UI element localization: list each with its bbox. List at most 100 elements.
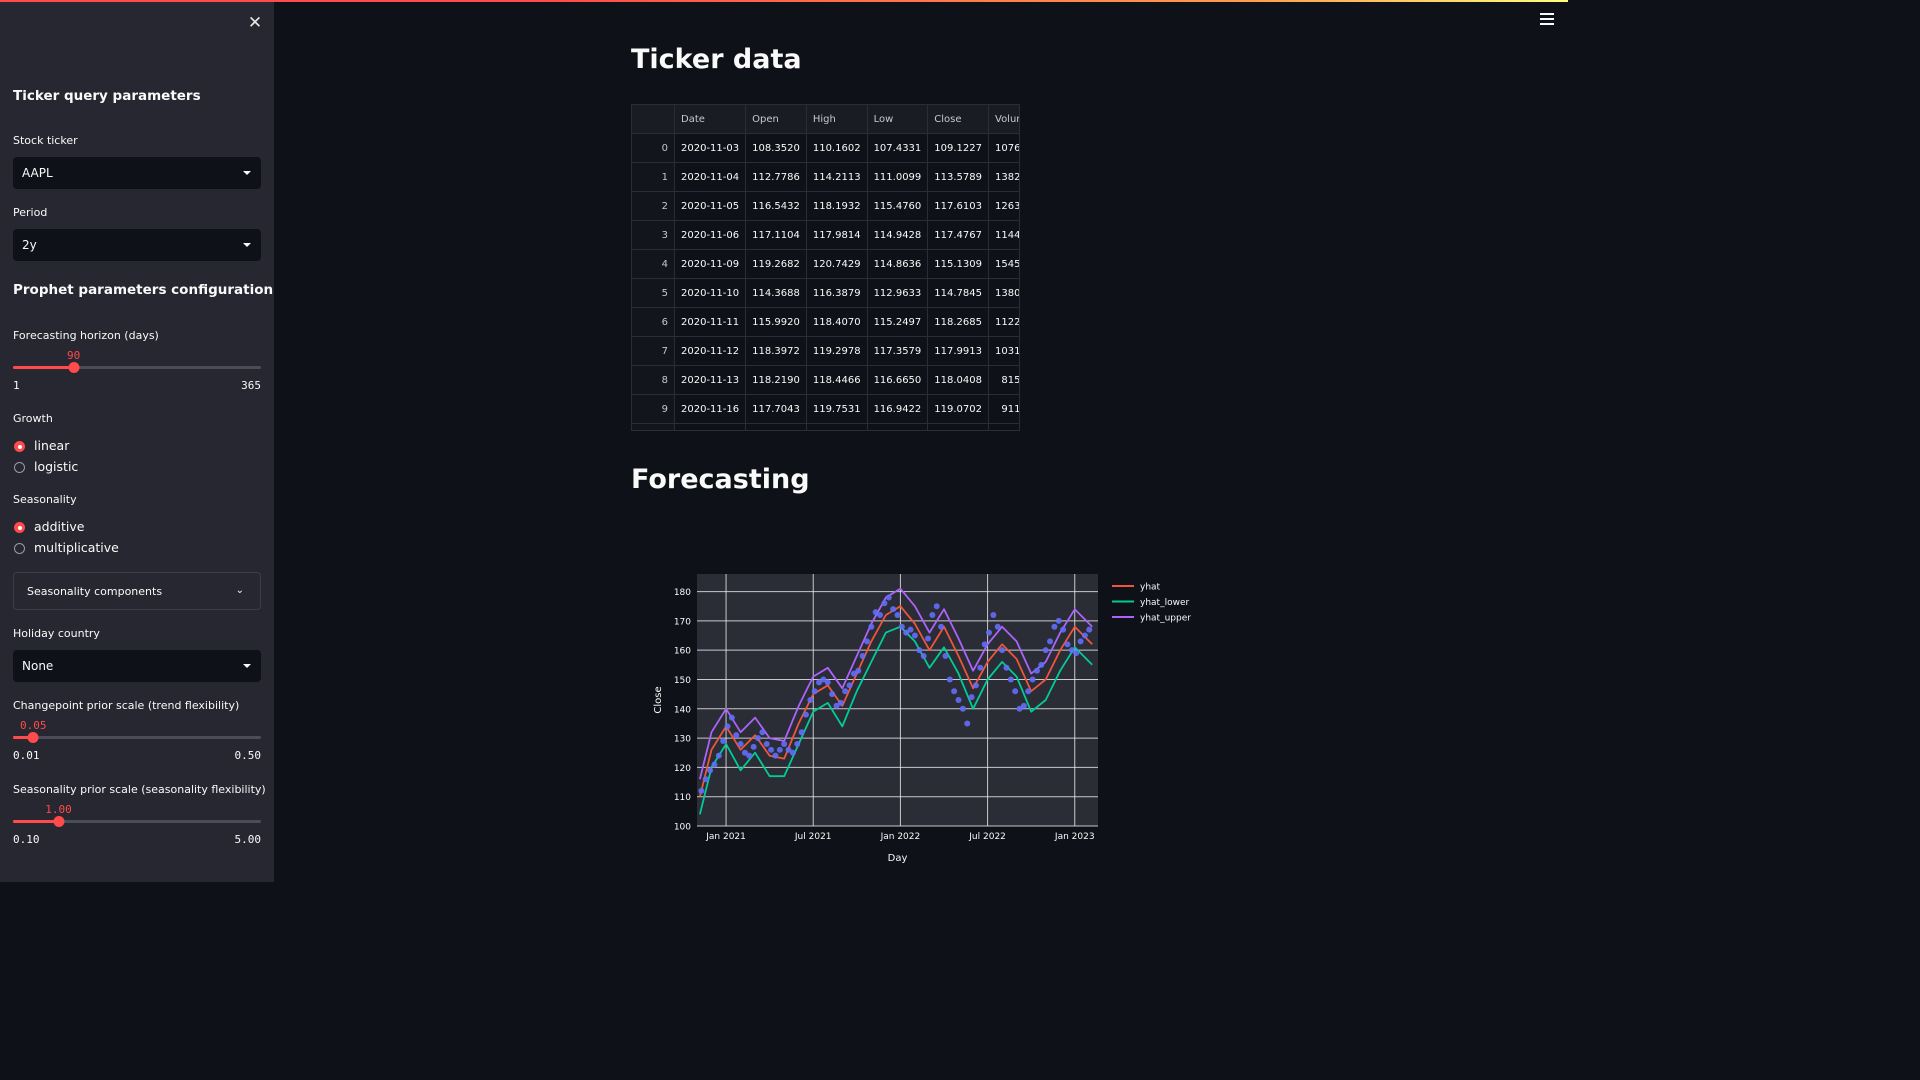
forecast-chart[interactable]: 100 110 120 130 140 150 160 170 180 Jan 2021 Jul 2… [640, 560, 1220, 870]
row-index-cell: 8 [632, 365, 675, 395]
x-tick-label: Jan 2023 [1054, 832, 1095, 842]
seasonality-components-expander[interactable]: Seasonality components ⌄ [13, 572, 261, 610]
data-point [824, 679, 831, 686]
data-point [1020, 702, 1027, 709]
stock-ticker-select[interactable]: AAPL [13, 157, 261, 189]
table-row: 1 2020-11-04 112.7786 114.2113 111.0099 113.5… [632, 162, 1019, 192]
table-cell: 114.3688 [745, 278, 807, 308]
y-tick-label: 110 [674, 793, 691, 803]
data-point [746, 752, 753, 759]
data-point [759, 729, 766, 736]
data-point [802, 711, 809, 718]
table-cell: 2020-11-04 [674, 162, 747, 192]
data-point [789, 749, 796, 756]
column-header[interactable]: Volume [988, 105, 1019, 134]
period-select[interactable]: 2y [13, 229, 261, 261]
column-header[interactable]: Low [867, 105, 929, 134]
changepoint-slider[interactable]: 0.05 0.01 0.50 [13, 719, 261, 769]
table-cell: 109.1227 [927, 133, 989, 163]
ticker-dataframe[interactable]: DateOpenHighLowCloseVolume 02020-11-0310… [631, 104, 1020, 431]
table-cell: 113.5789 [927, 162, 989, 192]
data-point [955, 697, 962, 703]
x-tick-label: Jul 2022 [968, 832, 1006, 842]
data-point [877, 612, 884, 619]
row-index-cell [632, 423, 675, 430]
data-point [829, 691, 836, 698]
radio-dot [14, 522, 25, 533]
column-header[interactable]: Open [745, 105, 807, 134]
column-header[interactable] [632, 105, 675, 134]
data-point [724, 723, 731, 730]
column-header[interactable]: Date [674, 105, 747, 134]
data-point [959, 705, 966, 712]
column-header[interactable]: Close [927, 105, 989, 134]
data-point [1007, 676, 1014, 683]
data-table: DateOpenHighLowCloseVolume 02020-11-0310… [632, 105, 1019, 430]
data-point [990, 612, 997, 619]
slider-thumb[interactable] [53, 816, 65, 827]
data-point [986, 629, 993, 636]
close-icon[interactable]: ✕ [246, 14, 264, 32]
table-cell: 115.2497 [867, 307, 929, 337]
table-row: 0 2020-11-03 108.3520 110.1602 107.4331 109.1… [632, 133, 1019, 163]
data-point [772, 752, 779, 759]
table-cell: 118.2685 [927, 307, 989, 337]
seasonality-prior-slider[interactable]: 1.00 0.10 5.00 [13, 803, 261, 853]
data-point [933, 603, 940, 610]
data-point [768, 746, 775, 753]
caret-down-icon [243, 171, 251, 175]
horizon-max: 365 [241, 379, 261, 392]
seasonality-prior-value: 1.00 [45, 803, 72, 816]
table-cell: 116.6650 [867, 365, 929, 395]
y-tick-label: 100 [674, 823, 691, 833]
data-point [894, 612, 901, 619]
table-row: 5 2020-11-10 114.3688 116.3879 112.9633 114.7… [632, 278, 1019, 308]
data-point [881, 600, 888, 607]
table-cell [806, 423, 868, 430]
legend-label: yhat_lower [1140, 598, 1189, 608]
table-cell: 91183000 [988, 394, 1019, 424]
hamburger-menu-icon[interactable] [1540, 12, 1556, 26]
table-cell: 117.9913 [927, 336, 989, 366]
column-header[interactable]: High [806, 105, 868, 134]
data-point [1086, 626, 1093, 633]
data-point [1081, 632, 1088, 639]
data-point [846, 682, 853, 689]
expander-label: Seasonality components [27, 585, 163, 598]
radio-dot [14, 543, 25, 554]
data-point [968, 694, 975, 701]
seasonality-option-label: multiplicative [34, 540, 119, 555]
data-point [868, 623, 875, 630]
table-cell: 117.6103 [927, 191, 989, 221]
data-point [855, 667, 862, 674]
holiday-select[interactable]: None [13, 650, 261, 682]
row-index-cell: 9 [632, 394, 675, 424]
radio-dot [14, 441, 25, 452]
data-point [994, 623, 1001, 630]
slider-thumb[interactable] [27, 732, 39, 743]
table-row: 3 2020-11-06 117.1104 117.9814 114.9428 117.4… [632, 220, 1019, 250]
horizon-slider[interactable]: 90 1 365 [13, 349, 261, 399]
table-cell: 2020-11-09 [674, 249, 747, 279]
data-point [942, 653, 949, 660]
slider-thumb[interactable] [68, 362, 80, 373]
table-cell: 118.4070 [806, 307, 868, 337]
table-row [632, 423, 1019, 430]
table-cell: 118.1932 [806, 191, 868, 221]
data-point [1042, 647, 1049, 654]
horizon-min: 1 [13, 379, 20, 392]
table-cell [927, 423, 989, 430]
table-cell: 118.3972 [745, 336, 807, 366]
seasonality-prior-max: 5.00 [234, 833, 262, 846]
growth-option-label: logistic [34, 459, 79, 474]
data-point [807, 697, 814, 703]
data-point [916, 647, 923, 654]
data-point [811, 688, 818, 695]
growth-label: Growth [13, 412, 53, 425]
data-point [1038, 661, 1045, 668]
data-point [711, 761, 718, 768]
table-cell: 116.5432 [745, 191, 807, 221]
y-axis-label: Close [653, 686, 664, 713]
changepoint-label: Changepoint prior scale (trend flexibili… [13, 699, 240, 712]
table-cell: 116.9422 [867, 394, 929, 424]
